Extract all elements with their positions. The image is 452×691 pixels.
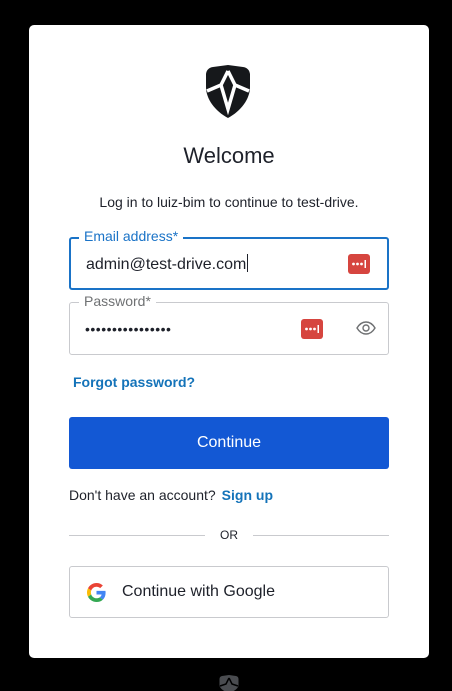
password-input[interactable]: •••••••••••••••• <box>85 319 171 339</box>
email-label: Email address* <box>79 228 184 244</box>
email-value: admin@test-drive.com <box>86 256 247 273</box>
password-field[interactable]: Password* •••••••••••••••• <box>69 293 389 355</box>
shield-logo-icon <box>206 65 250 118</box>
eye-icon[interactable] <box>356 321 376 335</box>
signup-prompt: Don't have an account? <box>69 487 216 503</box>
signup-link[interactable]: Sign up <box>222 487 273 503</box>
footer-logo-icon <box>219 675 239 691</box>
text-caret <box>247 254 249 272</box>
google-logo-icon <box>87 583 106 602</box>
divider-line-right <box>253 535 389 536</box>
password-manager-icon[interactable] <box>348 254 370 274</box>
email-input[interactable]: admin@test-drive.com <box>86 254 249 275</box>
divider-or: OR <box>220 528 238 542</box>
continue-button[interactable]: Continue <box>69 417 389 469</box>
google-button-label: Continue with Google <box>122 583 275 600</box>
login-card: Welcome Log in to luiz-bim to continue t… <box>29 25 429 658</box>
page-title: Welcome <box>183 143 275 168</box>
signup-row: Don't have an account? Sign up <box>69 487 273 503</box>
page-subtitle: Log in to luiz-bim to continue to test-d… <box>99 194 359 210</box>
password-label: Password* <box>79 293 156 309</box>
forgot-password-link[interactable]: Forgot password? <box>73 374 195 390</box>
password-manager-icon[interactable] <box>301 319 323 339</box>
continue-with-google-button[interactable]: Continue with Google <box>69 566 389 618</box>
divider-line-left <box>69 535 205 536</box>
email-field[interactable]: Email address* admin@test-drive.com <box>69 228 389 290</box>
